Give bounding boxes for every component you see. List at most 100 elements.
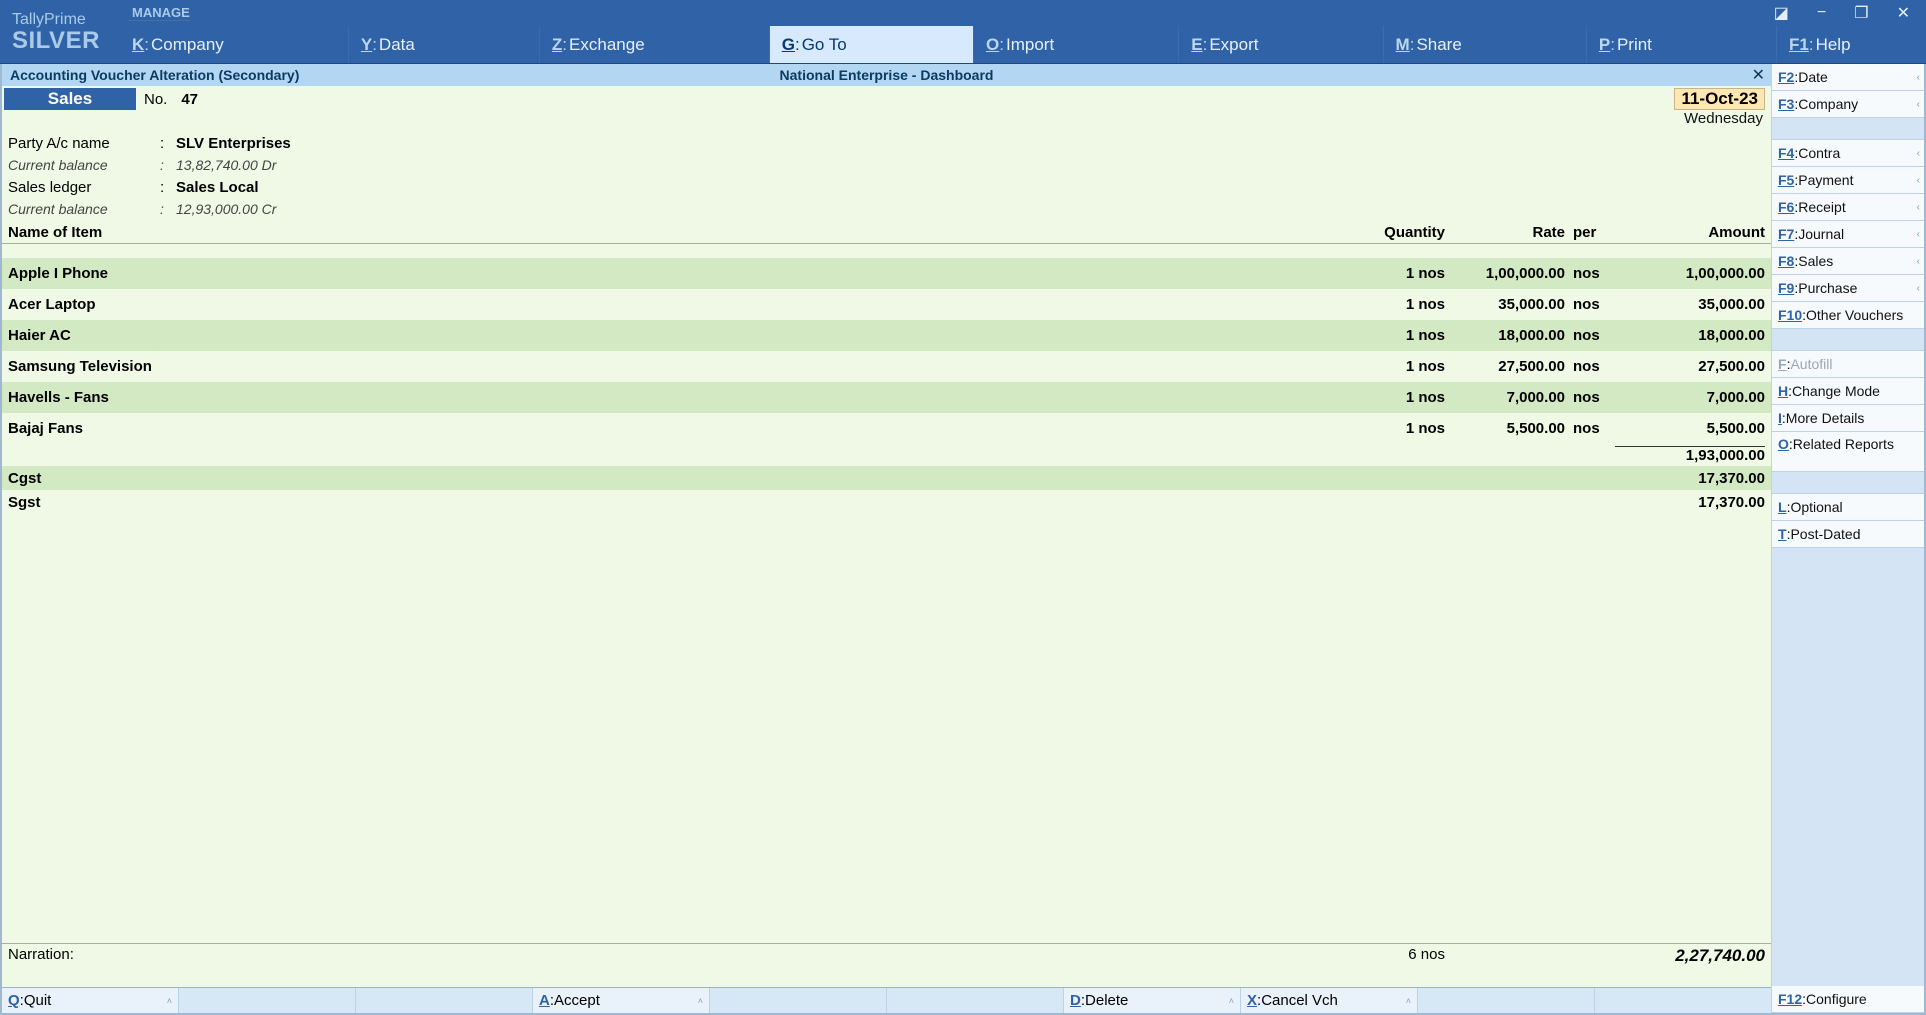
tax-amount: 17,370.00 bbox=[1615, 494, 1765, 511]
action-cancel[interactable]: X:Cancel Vch˄ bbox=[1240, 988, 1417, 1013]
sales-balance-value: 12,93,000.00 Cr bbox=[176, 201, 276, 217]
maximize-icon[interactable]: ❐ bbox=[1854, 3, 1868, 23]
side-panel: F2:Date‹ F3:Company‹ F4:Contra‹ F5:Payme… bbox=[1772, 64, 1924, 1013]
table-row[interactable]: Havells - Fans1 nos7,000.00nos7,000.00 bbox=[2, 382, 1771, 413]
total-qty: 6 nos bbox=[1345, 946, 1445, 963]
side-related-reports[interactable]: O:Related Reports bbox=[1772, 432, 1924, 472]
item-amount: 5,500.00 bbox=[1615, 420, 1765, 437]
menu-company[interactable]: K:Company bbox=[120, 26, 348, 63]
col-rate: Rate bbox=[1445, 224, 1565, 241]
action-accept[interactable]: A:Accept˄ bbox=[532, 988, 709, 1013]
brand: TallyPrime SILVER bbox=[0, 0, 120, 63]
side-f9-purchase[interactable]: F9:Purchase‹ bbox=[1772, 275, 1924, 302]
voucher-content: Accounting Voucher Alteration (Secondary… bbox=[2, 64, 1772, 1013]
item-amount: 7,000.00 bbox=[1615, 389, 1765, 406]
window-controls: ◪ − ❐ ✕ bbox=[1774, 3, 1918, 23]
manage-link[interactable]: MANAGE bbox=[128, 5, 190, 21]
item-per: nos bbox=[1565, 420, 1615, 437]
action-delete[interactable]: D:Delete˄ bbox=[1063, 988, 1240, 1013]
menu-help[interactable]: F1:Help bbox=[1776, 26, 1926, 63]
sales-ledger-label: Sales ledger bbox=[8, 179, 160, 196]
breadcrumb-left: Accounting Voucher Alteration (Secondary… bbox=[10, 67, 299, 83]
action-quit[interactable]: Q:Quit˄ bbox=[2, 988, 178, 1013]
tax-amount: 17,370.00 bbox=[1615, 470, 1765, 487]
minimize-icon[interactable]: − bbox=[1817, 4, 1826, 22]
tax-row[interactable]: Cgst17,370.00 bbox=[2, 466, 1771, 490]
item-per: nos bbox=[1565, 265, 1615, 282]
party-balance-value: 13,82,740.00 Dr bbox=[176, 157, 276, 173]
action-empty-6 bbox=[1594, 988, 1771, 1013]
side-f12-configure[interactable]: F12:Configure bbox=[1772, 986, 1924, 1013]
action-empty-3 bbox=[709, 988, 886, 1013]
menu-export[interactable]: E:Export bbox=[1178, 26, 1382, 63]
voucher-day: Wednesday bbox=[1682, 110, 1765, 127]
table-row[interactable]: Acer Laptop1 nos35,000.00nos35,000.00 bbox=[2, 289, 1771, 320]
voucher-type[interactable]: Sales bbox=[4, 88, 136, 110]
item-qty: 1 nos bbox=[1345, 265, 1445, 282]
party-value[interactable]: SLV Enterprises bbox=[176, 135, 291, 152]
tax-name: Cgst bbox=[8, 470, 1615, 487]
breadcrumb-close-icon[interactable]: ✕ bbox=[1752, 65, 1765, 85]
item-qty: 1 nos bbox=[1345, 389, 1445, 406]
menu-share[interactable]: M:Share bbox=[1383, 26, 1586, 63]
narration-label[interactable]: Narration: bbox=[8, 946, 160, 963]
side-f8-sales[interactable]: F8:Sales‹ bbox=[1772, 248, 1924, 275]
voucher-date[interactable]: 11-Oct-23 bbox=[1674, 88, 1765, 110]
side-f4-contra[interactable]: F4:Contra‹ bbox=[1772, 140, 1924, 167]
item-name: Haier AC bbox=[8, 327, 1345, 344]
menu-goto[interactable]: G:Go To bbox=[769, 26, 973, 63]
sales-balance-label: Current balance bbox=[8, 201, 160, 217]
side-post-dated[interactable]: T:Post-Dated bbox=[1772, 521, 1924, 548]
col-qty: Quantity bbox=[1345, 224, 1445, 241]
side-f2-date[interactable]: F2:Date‹ bbox=[1772, 64, 1924, 91]
table-row[interactable]: Haier AC1 nos18,000.00nos18,000.00 bbox=[2, 320, 1771, 351]
party-details: Party A/c name : SLV Enterprises Current… bbox=[2, 132, 1771, 222]
table-row[interactable]: Apple I Phone1 nos1,00,000.00nos1,00,000… bbox=[2, 258, 1771, 289]
tax-row[interactable]: Sgst17,370.00 bbox=[2, 490, 1771, 514]
breadcrumb-bar: Accounting Voucher Alteration (Secondary… bbox=[2, 64, 1771, 86]
action-empty-5 bbox=[1417, 988, 1594, 1013]
voucher-number: No. 47 bbox=[144, 88, 198, 110]
notification-icon[interactable]: ◪ bbox=[1774, 3, 1789, 23]
side-f7-journal[interactable]: F7:Journal‹ bbox=[1772, 221, 1924, 248]
title-bar: TallyPrime SILVER MANAGE ◪ − ❐ ✕ K:Compa… bbox=[0, 0, 1926, 64]
sales-ledger-value[interactable]: Sales Local bbox=[176, 179, 259, 196]
col-amt: Amount bbox=[1615, 224, 1765, 241]
tax-name: Sgst bbox=[8, 494, 1615, 511]
table-row[interactable]: Samsung Television1 nos27,500.00nos27,50… bbox=[2, 351, 1771, 382]
side-f5-payment[interactable]: F5:Payment‹ bbox=[1772, 167, 1924, 194]
menu-data[interactable]: Y:Data bbox=[348, 26, 539, 63]
brand-name: TallyPrime bbox=[12, 11, 106, 29]
item-amount: 18,000.00 bbox=[1615, 327, 1765, 344]
side-more-details[interactable]: I:More Details bbox=[1772, 405, 1924, 432]
table-row[interactable]: Bajaj Fans1 nos5,500.00nos5,500.00 bbox=[2, 413, 1771, 444]
item-name: Havells - Fans bbox=[8, 389, 1345, 406]
item-name: Samsung Television bbox=[8, 358, 1345, 375]
item-qty: 1 nos bbox=[1345, 358, 1445, 375]
side-autofill: F:Autofill bbox=[1772, 351, 1924, 378]
action-empty-1 bbox=[178, 988, 355, 1013]
brand-edition: SILVER bbox=[12, 29, 106, 53]
action-bar: Q:Quit˄ A:Accept˄ D:Delete˄ X:Cancel Vch… bbox=[2, 987, 1771, 1013]
side-change-mode[interactable]: H:Change Mode bbox=[1772, 378, 1924, 405]
col-per: per bbox=[1565, 224, 1615, 241]
side-optional[interactable]: L:Optional bbox=[1772, 494, 1924, 521]
side-f3-company[interactable]: F3:Company‹ bbox=[1772, 91, 1924, 118]
items-grid: Apple I Phone1 nos1,00,000.00nos1,00,000… bbox=[2, 244, 1771, 943]
item-name: Acer Laptop bbox=[8, 296, 1345, 313]
item-per: nos bbox=[1565, 327, 1615, 344]
menu-exchange[interactable]: Z:Exchange bbox=[539, 26, 769, 63]
menu-import[interactable]: O:Import bbox=[973, 26, 1178, 63]
item-rate: 18,000.00 bbox=[1445, 327, 1565, 344]
item-amount: 1,00,000.00 bbox=[1615, 265, 1765, 282]
close-icon[interactable]: ✕ bbox=[1897, 3, 1910, 23]
items-subtotal: 1,93,000.00 bbox=[1615, 446, 1765, 464]
total-amount: 2,27,740.00 bbox=[1615, 946, 1765, 966]
party-balance-label: Current balance bbox=[8, 157, 160, 173]
narration-row: Narration: 6 nos 2,27,740.00 bbox=[2, 943, 1771, 987]
menu-print[interactable]: P:Print bbox=[1586, 26, 1776, 63]
side-f6-receipt[interactable]: F6:Receipt‹ bbox=[1772, 194, 1924, 221]
item-per: nos bbox=[1565, 358, 1615, 375]
side-f10-other[interactable]: F10:Other Vouchers bbox=[1772, 302, 1924, 329]
item-per: nos bbox=[1565, 389, 1615, 406]
